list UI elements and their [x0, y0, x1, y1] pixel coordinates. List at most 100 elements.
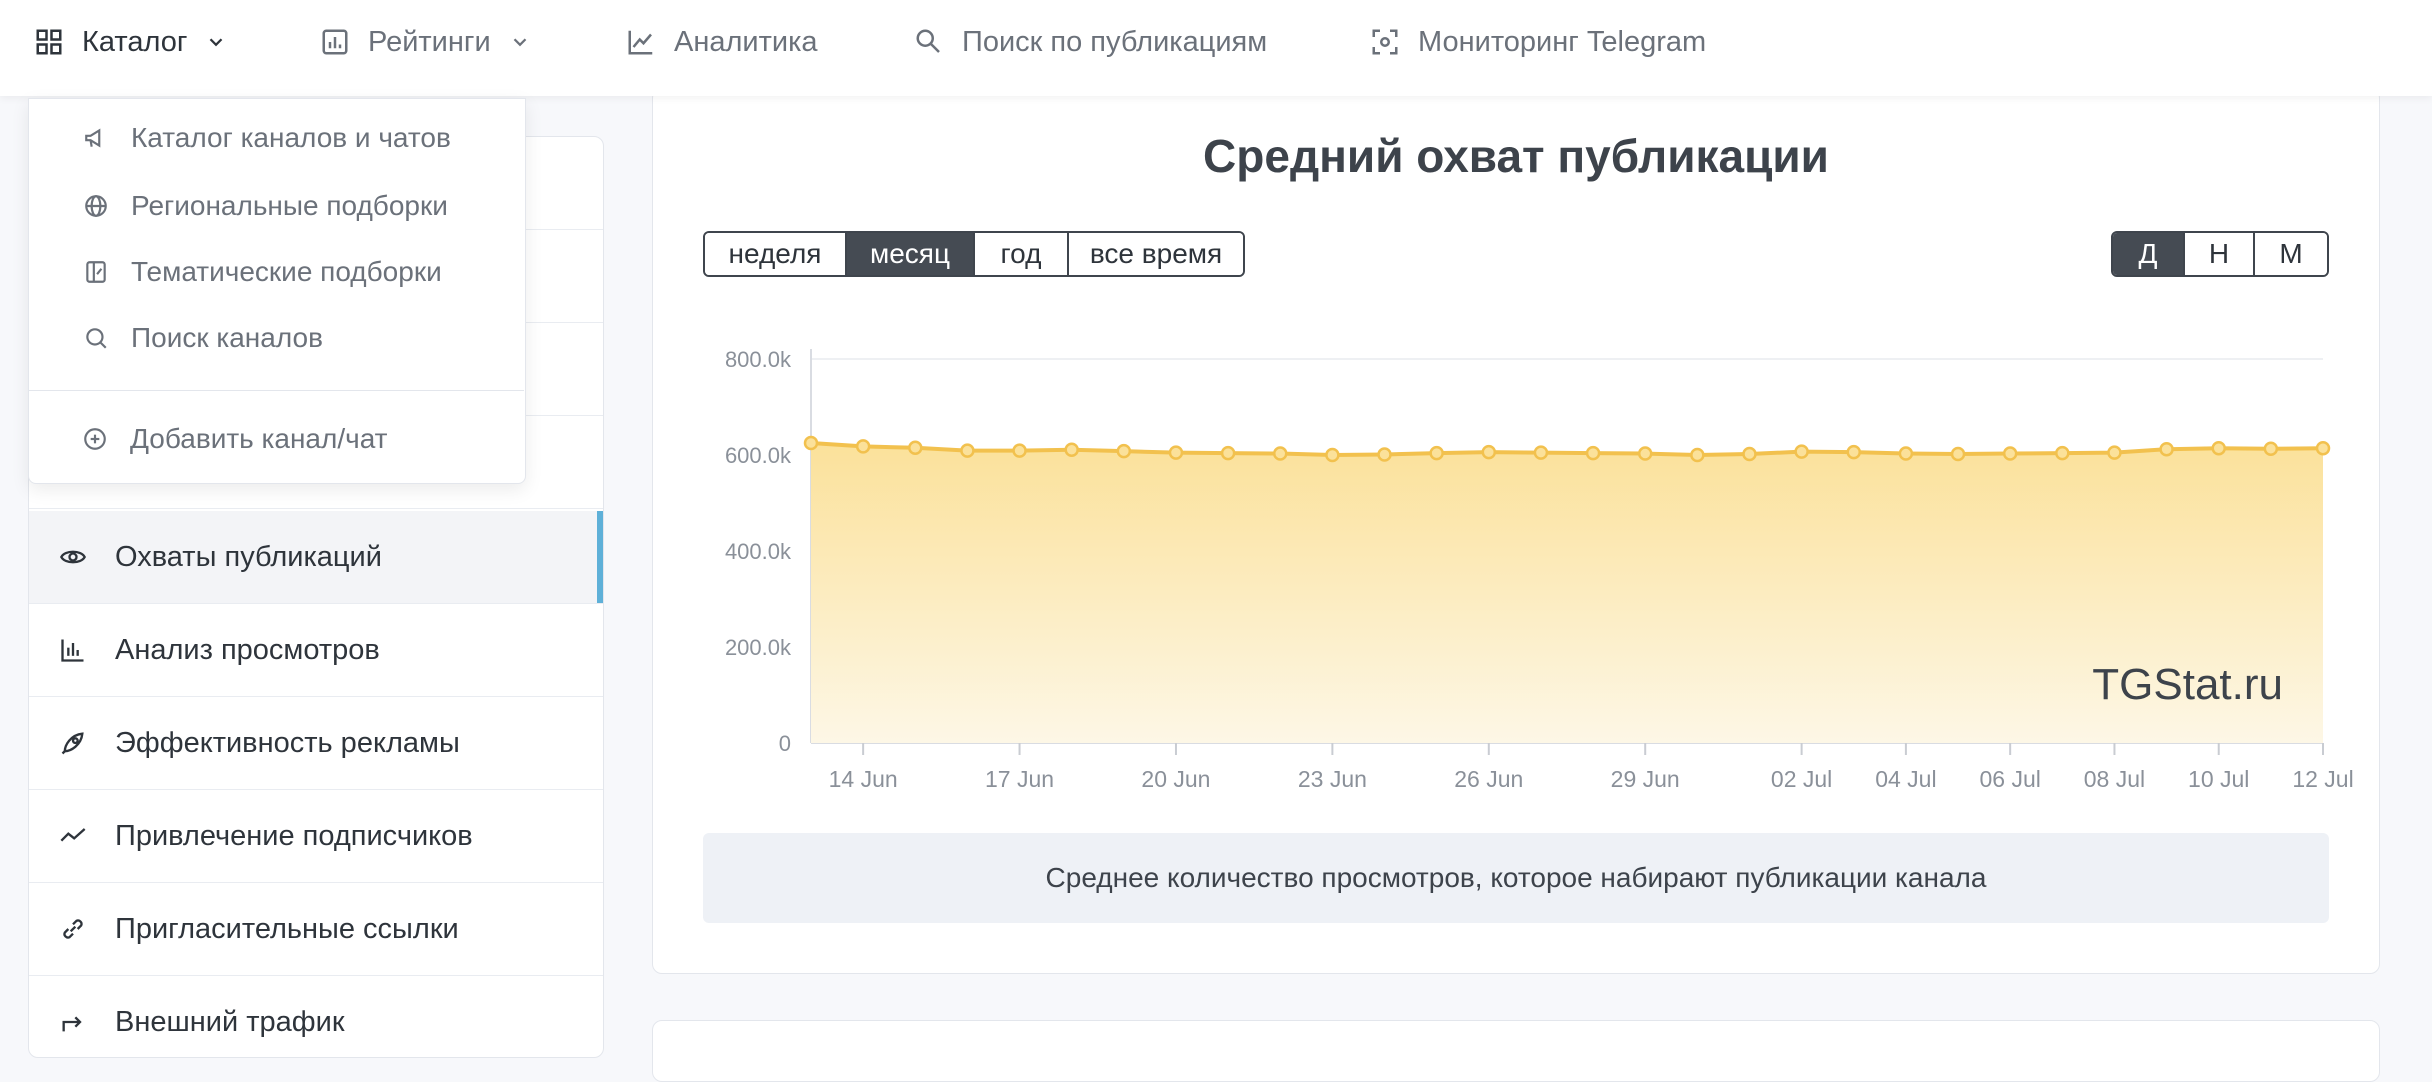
chart-caption: Среднее количество просмотров, которое н…	[703, 833, 2329, 923]
x-tick-label: 17 Jun	[985, 766, 1054, 792]
dropdown-add-label: Добавить канал/чат	[130, 423, 388, 454]
data-point	[1481, 444, 1497, 460]
reach-chart-card: Средний охват публикации неделя месяц го…	[652, 88, 2380, 974]
x-tick-label: 08 Jul	[2084, 766, 2145, 792]
data-point	[1690, 447, 1705, 463]
y-tick-label: 600.0k	[725, 443, 792, 468]
grid-icon	[36, 29, 62, 55]
data-point	[1429, 445, 1444, 461]
data-point	[1012, 443, 1027, 458]
data-point	[855, 439, 871, 454]
x-tick-label: 14 Jun	[829, 766, 898, 792]
bar-chart-icon	[322, 29, 348, 55]
nav-monitoring-label: Мониторинг Telegram	[1418, 25, 1707, 58]
data-point	[1585, 445, 1601, 461]
data-point	[1794, 444, 1809, 459]
data-point	[2315, 441, 2331, 456]
nav-ratings[interactable]: Рейтинги	[320, 0, 531, 84]
data-point	[2107, 445, 2122, 460]
data-point	[1846, 444, 1862, 460]
y-tick-label: 200.0k	[725, 635, 792, 660]
nav-search-posts-label: Поиск по публикациям	[962, 25, 1268, 58]
plus-circle-icon	[84, 428, 106, 450]
x-tick-label: 20 Jun	[1141, 766, 1210, 792]
share-icon	[62, 1016, 82, 1032]
x-tick-label: 12 Jul	[2292, 766, 2353, 792]
data-point	[1950, 446, 1966, 462]
sidebar-item-external-traffic[interactable]: Внешний трафик	[29, 976, 603, 1057]
nav-catalog-label: Каталог	[82, 25, 188, 58]
scan-icon	[1372, 29, 1398, 55]
data-point	[1168, 445, 1184, 460]
data-point	[1220, 445, 1236, 461]
sidebar-item-subscribers[interactable]: Привлечение подписчиков	[29, 790, 603, 883]
data-point	[1325, 447, 1340, 463]
eye-icon	[60, 550, 86, 564]
dropdown-item-label: Тематические подборки	[131, 256, 442, 287]
x-tick-label: 02 Jul	[1771, 766, 1832, 792]
chart-watermark: TGStat.ru	[2092, 660, 2283, 709]
nav-analytics[interactable]: Аналитика	[626, 0, 818, 84]
data-point	[2002, 446, 2018, 461]
x-tick-label: 29 Jun	[1611, 766, 1680, 792]
data-point	[803, 435, 819, 451]
dropdown-item-channel-catalog[interactable]: Каталог каналов и чатов	[29, 113, 525, 163]
dropdown-item-label: Региональные подборки	[131, 190, 448, 221]
sidebar-item-invite-links[interactable]: Пригласительные ссылки	[29, 883, 603, 976]
x-tick-label: 04 Jul	[1875, 766, 1936, 792]
data-point	[1637, 446, 1653, 461]
sidebar-item-ads[interactable]: Эффективность рекламы	[29, 697, 603, 790]
sidebar-item-reach[interactable]: Охваты публикаций	[29, 511, 603, 604]
data-point	[1533, 445, 1549, 460]
data-point	[2211, 441, 2226, 456]
data-point	[2055, 445, 2070, 461]
dropdown-item-label: Каталог каналов и чатов	[131, 122, 451, 153]
link-icon	[63, 919, 83, 939]
sidebar-item-label: Охваты публикаций	[115, 540, 382, 573]
line-chart-icon	[628, 30, 653, 55]
chevron-down-icon	[210, 38, 223, 47]
x-tick-label: 10 Jul	[2188, 766, 2249, 792]
sidebar-item-label: Внешний трафик	[115, 1005, 345, 1038]
data-point	[2263, 441, 2279, 457]
data-point	[2159, 441, 2174, 457]
data-point	[1898, 446, 1914, 461]
nav-catalog[interactable]: Каталог	[34, 0, 227, 84]
search-icon	[86, 328, 107, 349]
dropdown-item-add-channel[interactable]: Добавить канал/чат	[28, 414, 524, 464]
x-tick-label: 23 Jun	[1298, 766, 1367, 792]
x-tick-label: 06 Jul	[1979, 766, 2040, 792]
dropdown-item-label: Поиск каналов	[131, 322, 323, 353]
sidebar-item-label: Привлечение подписчиков	[115, 819, 473, 852]
sidebar-item-views[interactable]: Анализ просмотров	[29, 604, 603, 697]
nav-ratings-label: Рейтинги	[368, 25, 491, 58]
y-tick-label: 800.0k	[725, 347, 792, 372]
nav-search-posts[interactable]: Поиск по публикациям	[914, 0, 1267, 84]
dropdown-item-thematic[interactable]: Тематические подборки	[29, 247, 525, 297]
sidebar-item-label: Эффективность рекламы	[115, 726, 460, 759]
search-icon	[916, 29, 940, 53]
sidebar-item-label: Пригласительные ссылки	[115, 912, 459, 945]
data-point	[1377, 447, 1392, 462]
collection-icon	[86, 261, 106, 283]
sidebar-item-label: Анализ просмотров	[115, 633, 380, 666]
y-tick-label: 0	[779, 731, 791, 756]
next-card	[652, 1020, 2380, 1082]
trend-icon	[60, 828, 86, 842]
nav-monitoring[interactable]: Мониторинг Telegram	[1370, 0, 1706, 84]
data-point	[1742, 446, 1757, 462]
y-tick-label: 400.0k	[725, 539, 792, 564]
megaphone-icon	[85, 128, 101, 148]
rocket-icon	[61, 732, 84, 755]
data-point	[960, 443, 975, 458]
chevron-down-icon	[513, 38, 526, 47]
nav-analytics-label: Аналитика	[674, 25, 818, 58]
data-point	[908, 440, 923, 456]
top-navbar: Каталог Рейтинги Аналитика Поиск по публ…	[0, 0, 2432, 96]
dropdown-item-channel-search[interactable]: Поиск каналов	[29, 313, 525, 363]
dropdown-item-regional[interactable]: Региональные подборки	[29, 181, 525, 231]
bar-chart-icon	[61, 639, 84, 662]
data-point	[1064, 442, 1079, 457]
data-point	[1116, 443, 1132, 459]
data-point	[1272, 446, 1288, 461]
